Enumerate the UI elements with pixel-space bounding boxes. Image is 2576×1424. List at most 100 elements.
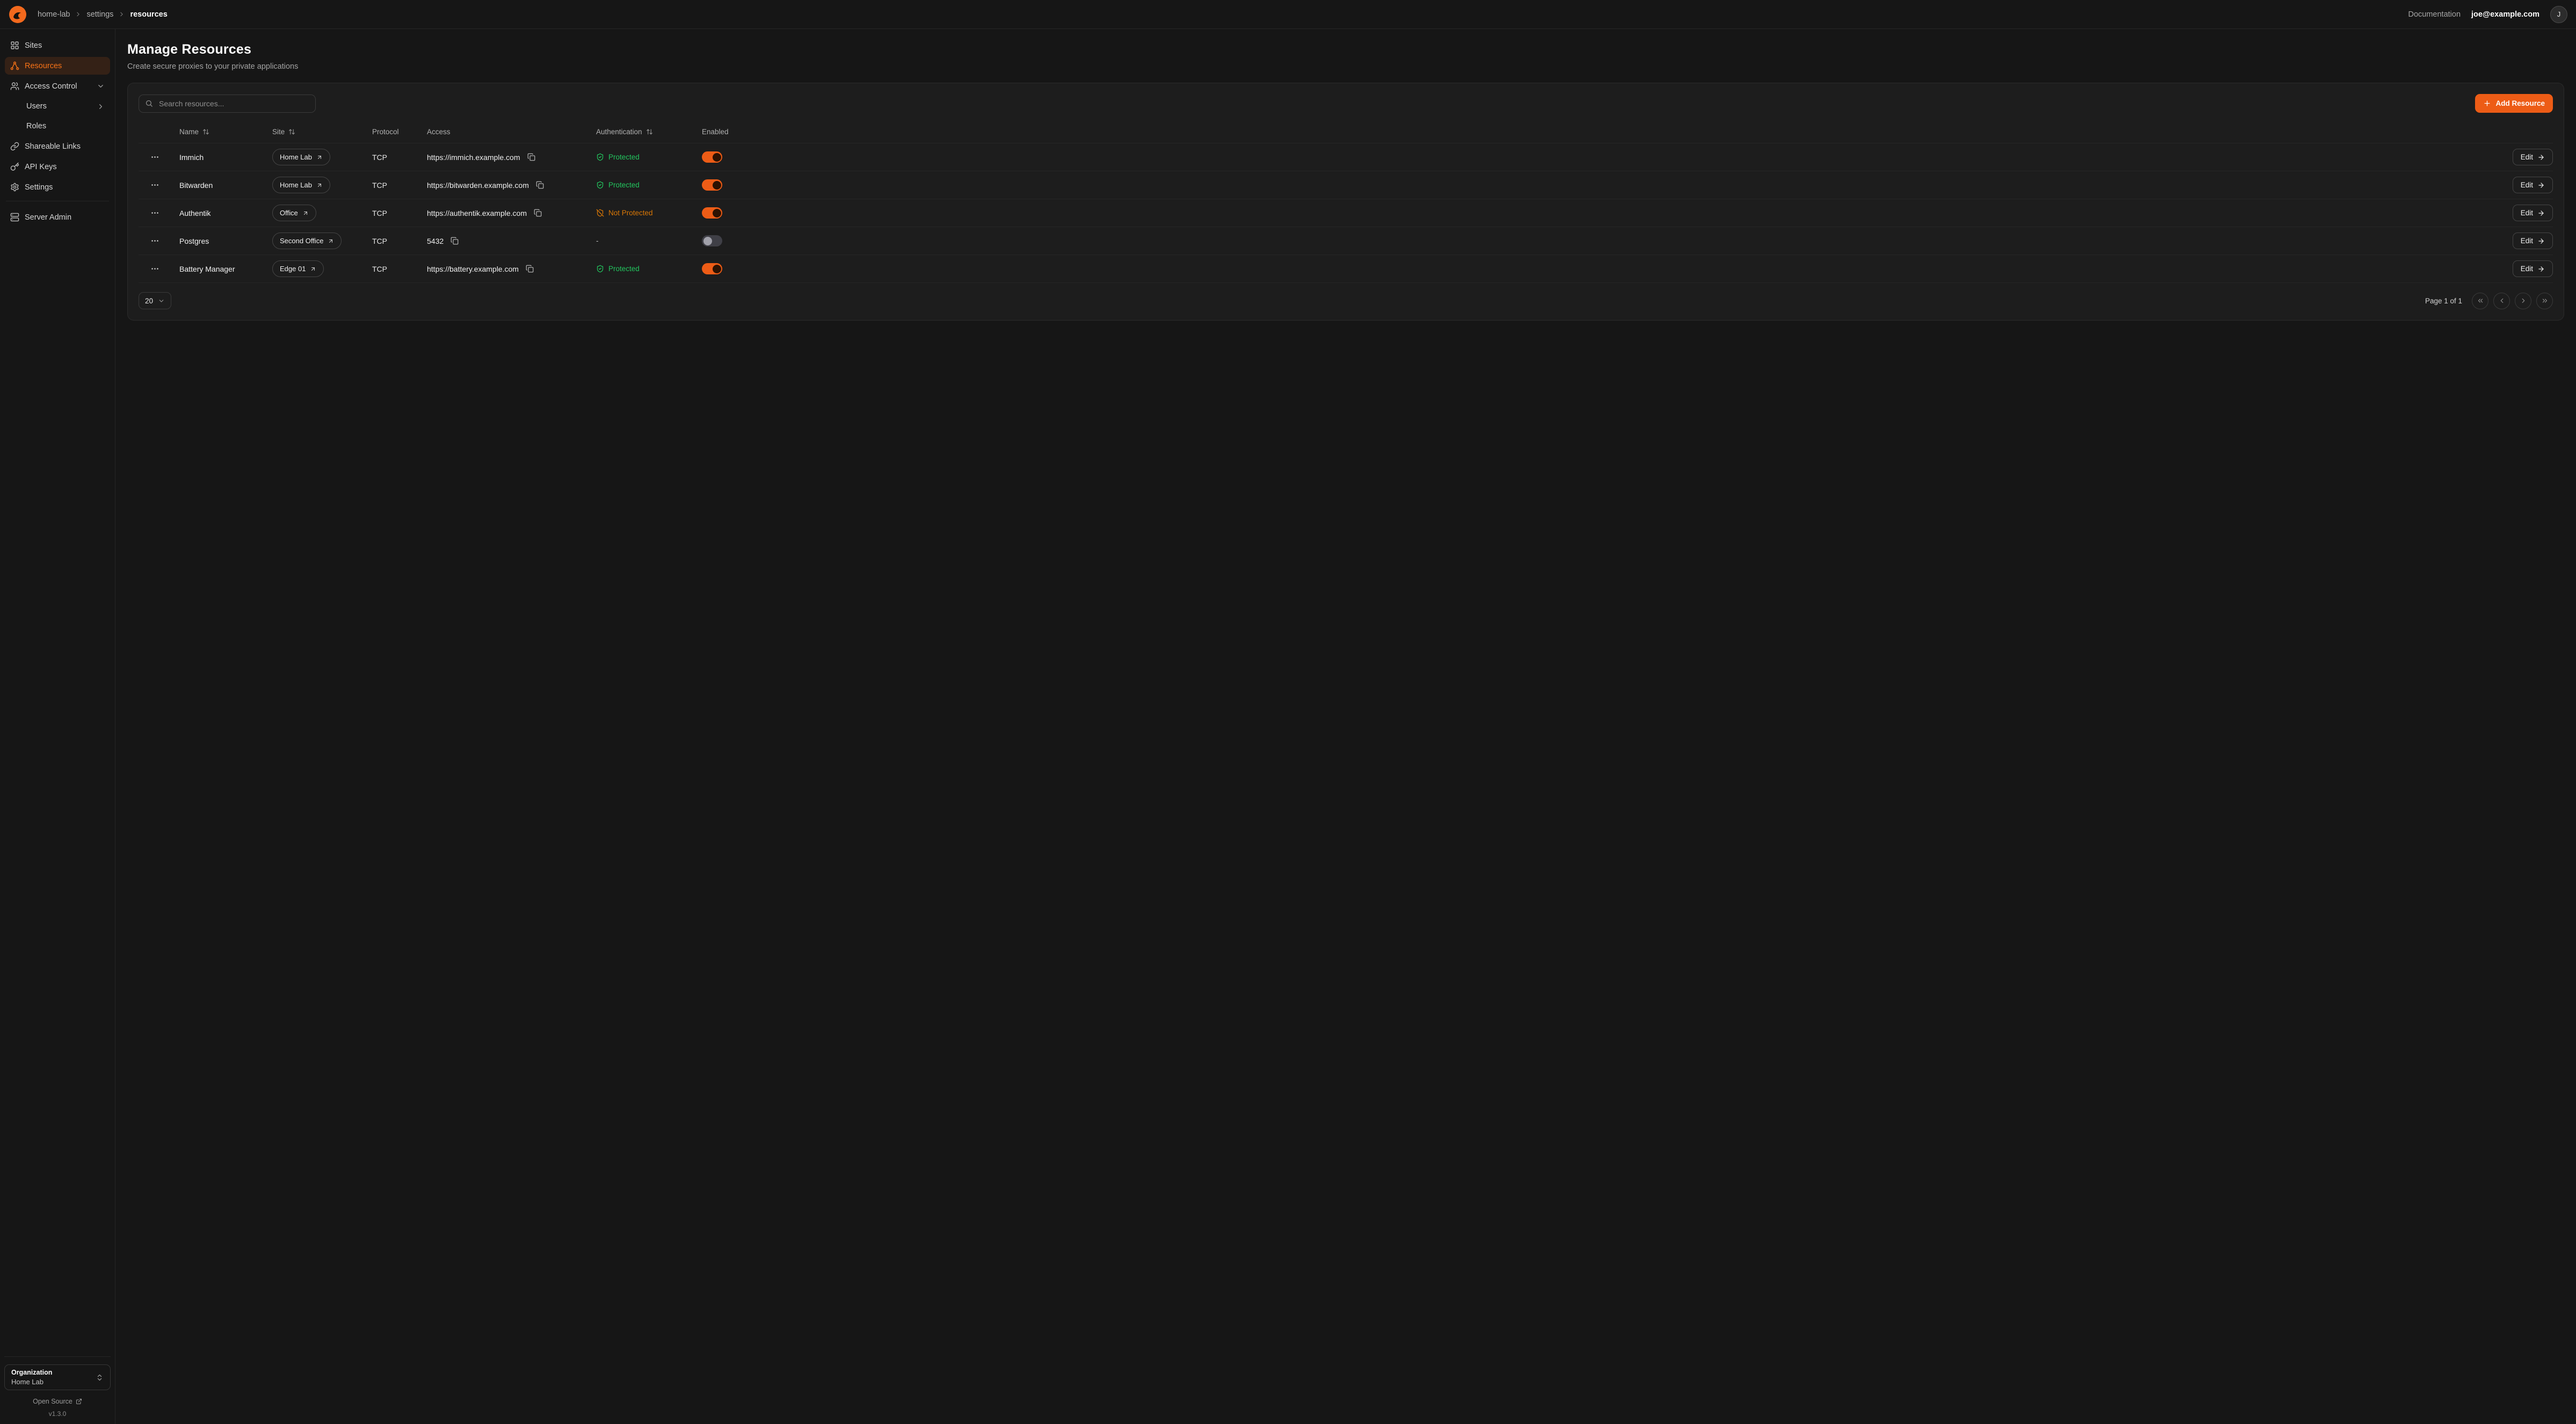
enabled-toggle[interactable] [702, 179, 722, 191]
search-box [139, 95, 316, 113]
sidebar-item-sites[interactable]: Sites [5, 37, 110, 54]
sidebar-item-api-keys[interactable]: API Keys [5, 158, 110, 176]
external-link-icon [76, 1398, 82, 1405]
row-menu-button[interactable] [148, 262, 162, 275]
arrow-right-icon [2537, 154, 2545, 161]
app: home-lab settings resources Documentatio… [0, 0, 2576, 1424]
auth-badge: Protected [596, 181, 640, 189]
arrow-up-right-icon [316, 182, 323, 188]
breadcrumb-settings[interactable]: settings [86, 10, 113, 19]
column-header-label: Name [179, 128, 199, 136]
arrow-right-icon [2537, 237, 2545, 245]
copy-access-button[interactable] [526, 152, 536, 162]
table-header: NameSiteProtocolAccessAuthenticationEnab… [139, 120, 2553, 143]
page-info: Page 1 of 1 [2425, 297, 2462, 305]
avatar[interactable]: J [2550, 6, 2567, 23]
sidebar-item-label: Server Admin [25, 213, 71, 222]
documentation-link[interactable]: Documentation [2408, 10, 2461, 19]
copy-icon [536, 181, 544, 189]
chevron-right-icon [97, 103, 105, 111]
enabled-toggle[interactable] [702, 263, 722, 274]
search-input[interactable] [158, 99, 309, 108]
sidebar-item-users[interactable]: Users [5, 98, 110, 115]
open-source-label: Open Source [33, 1398, 72, 1405]
edit-button[interactable]: Edit [2513, 233, 2553, 249]
row-menu-button[interactable] [148, 206, 162, 220]
page-subtitle: Create secure proxies to your private ap… [127, 62, 2564, 71]
breadcrumb-org[interactable]: home-lab [38, 10, 70, 19]
resource-protocol: TCP [372, 265, 427, 273]
edit-button[interactable]: Edit [2513, 205, 2553, 221]
search-icon [145, 99, 153, 107]
arrow-right-icon [2537, 265, 2545, 273]
copy-access-button[interactable] [533, 208, 543, 218]
waypoints-icon [10, 61, 19, 70]
sidebar-item-access-control[interactable]: Access Control [5, 77, 110, 95]
site-link[interactable]: Home Lab [272, 149, 330, 165]
sort-icon [646, 128, 653, 135]
table-row: Immich Home Lab TCP https://immich.examp… [139, 143, 2553, 171]
sidebar-nav: Sites Resources Access Control Users Roles Sh… [5, 37, 110, 1356]
edit-button[interactable]: Edit [2513, 149, 2553, 165]
first-page-button[interactable] [2472, 293, 2488, 309]
ellipsis-icon [150, 152, 159, 162]
edit-button-label: Edit [2521, 265, 2533, 273]
enabled-toggle[interactable] [702, 235, 722, 246]
arrow-up-right-icon [328, 238, 334, 244]
column-header-name[interactable]: Name [179, 128, 272, 136]
edit-button-label: Edit [2521, 153, 2533, 161]
sidebar-item-label: Users [26, 102, 47, 111]
sidebar-item-server-admin[interactable]: Server Admin [5, 208, 110, 226]
edit-button[interactable]: Edit [2513, 260, 2553, 277]
enabled-toggle[interactable] [702, 207, 722, 219]
breadcrumb: home-lab settings resources [38, 10, 168, 19]
users-icon [10, 82, 19, 91]
sidebar-item-settings[interactable]: Settings [5, 178, 110, 196]
row-menu-button[interactable] [148, 178, 162, 192]
chevron-right-icon [2520, 297, 2527, 304]
enabled-toggle[interactable] [702, 151, 722, 163]
column-header-access: Access [427, 128, 596, 136]
user-email[interactable]: joe@example.com [2471, 10, 2539, 19]
add-resource-button[interactable]: Add Resource [2475, 94, 2553, 113]
sidebar-item-roles[interactable]: Roles [5, 118, 110, 135]
chevrons-right-icon [2541, 297, 2549, 304]
sort-icon [202, 128, 209, 135]
auth-label: Protected [608, 181, 640, 189]
copy-access-button[interactable] [449, 236, 460, 246]
breadcrumb-current: resources [130, 10, 167, 19]
arrow-up-right-icon [316, 154, 323, 161]
last-page-button[interactable] [2536, 293, 2553, 309]
copy-access-button[interactable] [535, 180, 545, 190]
site-link[interactable]: Office [272, 205, 316, 221]
site-name: Second Office [280, 237, 323, 245]
shield-check-icon [596, 265, 604, 273]
copy-icon [527, 153, 535, 161]
sidebar-item-label: Settings [25, 183, 53, 192]
auth-label: - [596, 237, 599, 245]
resource-access: https://bitwarden.example.com [427, 181, 529, 190]
site-link[interactable]: Edge 01 [272, 260, 324, 277]
add-resource-label: Add Resource [2495, 99, 2545, 107]
edit-button[interactable]: Edit [2513, 177, 2553, 193]
site-link[interactable]: Second Office [272, 233, 342, 249]
copy-access-button[interactable] [525, 264, 535, 274]
site-link[interactable]: Home Lab [272, 177, 330, 193]
next-page-button[interactable] [2515, 293, 2531, 309]
open-source-link[interactable]: Open Source [4, 1398, 111, 1405]
plus-icon [2483, 99, 2491, 107]
organization-selector[interactable]: Organization Home Lab [4, 1364, 111, 1390]
row-menu-button[interactable] [148, 150, 162, 164]
toolbar: Add Resource [139, 94, 2553, 113]
column-header-authentication[interactable]: Authentication [596, 128, 702, 136]
auth-badge: Protected [596, 153, 640, 161]
resource-name: Bitwarden [179, 181, 272, 190]
sidebar-item-resources[interactable]: Resources [5, 57, 110, 75]
page-size-select[interactable]: 20 [139, 292, 171, 309]
edit-button-label: Edit [2521, 209, 2533, 217]
app-logo[interactable] [9, 5, 27, 24]
previous-page-button[interactable] [2493, 293, 2510, 309]
row-menu-button[interactable] [148, 234, 162, 248]
sidebar-item-shareable-links[interactable]: Shareable Links [5, 137, 110, 155]
column-header-site[interactable]: Site [272, 128, 372, 136]
